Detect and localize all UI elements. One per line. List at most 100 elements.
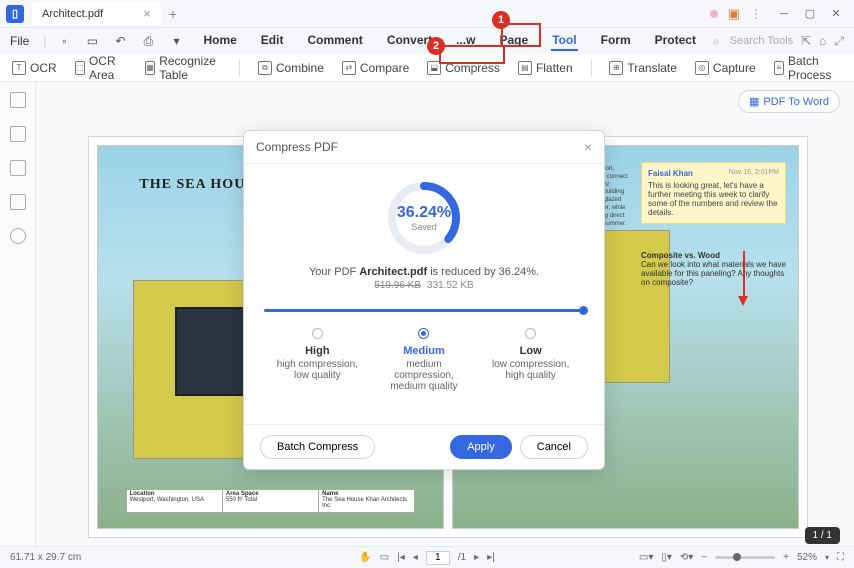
pdf-to-word-button[interactable]: ▦ PDF To Word — [738, 90, 840, 113]
flatten-icon: ▤ — [518, 61, 532, 75]
status-bar: 61.71 x 29.7 cm ✋ ▭ |◂ ◂ /1 ▸ ▸| ▭▾ ▯▾ ⟲… — [0, 546, 854, 568]
search-icon: ⌕ — [713, 34, 720, 49]
word-icon: ▦ — [749, 95, 759, 108]
close-button[interactable]: ✕ — [824, 5, 848, 23]
compress-dialog: Compress PDF × 36.24%Saved Your PDF Arch… — [243, 130, 605, 470]
status-dot-icon — [710, 10, 718, 18]
share-icon[interactable]: ⇱ — [801, 34, 811, 49]
chevron-down-icon[interactable]: ▾ — [166, 31, 186, 51]
new-tab-button[interactable]: + — [169, 6, 177, 22]
fullscreen-icon[interactable]: ⛶ — [837, 552, 844, 563]
apply-button[interactable]: Apply — [450, 435, 512, 459]
progress-gauge: 36.24%Saved — [384, 178, 464, 258]
result-text: Your PDF Architect.pdf is reduced by 36.… — [264, 266, 584, 278]
left-sidebar — [0, 82, 36, 550]
notification-icon[interactable]: ▣ — [728, 6, 740, 22]
combine-icon: ⧉ — [258, 61, 272, 75]
tool-ocr[interactable]: TOCR — [12, 61, 57, 75]
page-indicator: 1 / 1 — [805, 527, 840, 544]
tool-recognize-table[interactable]: ▦Recognize Table — [145, 54, 221, 82]
menu-row: File | ▫ ▭ ↶ ⎙ ▾ Home Edit Comment Conve… — [0, 28, 854, 54]
prev-page-icon[interactable]: ◂ — [413, 552, 418, 563]
cancel-button[interactable]: Cancel — [520, 435, 588, 459]
arrow-head-icon — [738, 296, 748, 306]
info-table: LocationWestport, Washington, USA Area S… — [126, 489, 416, 513]
dialog-close-icon[interactable]: × — [584, 139, 592, 155]
zoom-out-icon[interactable]: − — [701, 552, 707, 563]
menu-protect[interactable]: Protect — [654, 31, 697, 51]
expand-icon[interactable]: ⤢ — [834, 34, 844, 49]
search-panel-icon[interactable] — [10, 228, 26, 244]
undo-icon[interactable]: ↶ — [110, 31, 130, 51]
app-logo-icon: ▯ — [6, 5, 24, 23]
translate-icon: ⊕ — [609, 61, 623, 75]
table-icon: ▦ — [145, 61, 155, 75]
tool-capture[interactable]: ◎Capture — [695, 61, 756, 75]
tool-combine[interactable]: ⧉Combine — [258, 61, 324, 75]
file-menu[interactable]: File — [10, 34, 29, 48]
folder-icon[interactable]: ▭ — [82, 31, 102, 51]
save-icon[interactable]: ▫ — [54, 31, 74, 51]
ocr-icon: T — [12, 61, 26, 75]
tool-flatten[interactable]: ▤Flatten — [518, 61, 573, 75]
cloud-icon[interactable]: ⌂ — [819, 34, 826, 49]
zoom-in-icon[interactable]: + — [783, 552, 789, 563]
rotate-icon[interactable]: ⟲▾ — [680, 552, 693, 563]
menu-convert[interactable]: Convert — [386, 31, 433, 51]
batch-icon: ≡ — [774, 61, 784, 75]
tool-compress[interactable]: ⬓Compress — [427, 61, 500, 75]
tab-close-icon[interactable]: × — [143, 6, 151, 21]
last-page-icon[interactable]: ▸| — [487, 552, 495, 563]
first-page-icon[interactable]: |◂ — [397, 552, 405, 563]
page-input[interactable] — [426, 551, 450, 565]
select-tool-icon[interactable]: ▭ — [380, 552, 389, 563]
callout-note: Composite vs. Wood Can we look into what… — [641, 251, 786, 287]
level-medium[interactable]: Mediummedium compression, medium quality — [379, 328, 469, 392]
thumbnails-icon[interactable] — [10, 92, 26, 108]
zoom-slider[interactable] — [715, 556, 775, 559]
menu-form[interactable]: Form — [600, 31, 632, 51]
next-page-icon[interactable]: ▸ — [474, 552, 479, 563]
attachments-icon[interactable] — [10, 194, 26, 210]
tool-translate[interactable]: ⊕Translate — [609, 61, 677, 75]
titlebar: ▯ Architect.pdf × + ▣ ⋮ ─ ▢ ✕ — [0, 0, 854, 28]
page-total: /1 — [458, 552, 466, 563]
doc-heading: THE SEA HOUS — [139, 177, 254, 193]
maximize-button[interactable]: ▢ — [798, 5, 822, 23]
compress-icon: ⬓ — [427, 61, 441, 75]
view-mode-icon[interactable]: ▯▾ — [661, 552, 672, 563]
document-tab[interactable]: Architect.pdf × — [32, 2, 161, 25]
menu-home[interactable]: Home — [202, 31, 237, 51]
print-icon[interactable]: ⎙ — [138, 31, 158, 51]
separator — [591, 60, 592, 76]
main-menu: Home Edit Comment Convert ...w Page Tool… — [194, 31, 704, 51]
menu-tool[interactable]: Tool — [551, 31, 577, 51]
capture-icon: ◎ — [695, 61, 709, 75]
zoom-value: 52% — [797, 552, 817, 563]
progress-bar — [264, 309, 584, 312]
menu-comment[interactable]: Comment — [306, 31, 363, 51]
level-high[interactable]: Highhigh compression, low quality — [272, 328, 362, 392]
tab-label: Architect.pdf — [42, 8, 103, 20]
hand-tool-icon[interactable]: ✋ — [359, 552, 371, 563]
level-low[interactable]: Lowlow compression, high quality — [486, 328, 576, 392]
sticky-note[interactable]: Faisal KhanNov 16, 2:01PM This is lookin… — [641, 162, 786, 224]
menu-edit[interactable]: Edit — [260, 31, 285, 51]
ocr-area-icon: ⬚ — [75, 61, 85, 75]
tool-batch-process[interactable]: ≡Batch Process — [774, 54, 842, 82]
menu-page[interactable]: Page — [499, 31, 530, 51]
batch-compress-button[interactable]: Batch Compress — [260, 435, 375, 459]
bookmarks-icon[interactable] — [10, 126, 26, 142]
search-tools-input[interactable]: Search Tools — [730, 35, 793, 47]
fit-width-icon[interactable]: ▭▾ — [639, 552, 653, 563]
compare-icon: ⇄ — [342, 61, 356, 75]
dialog-title: Compress PDF — [256, 140, 338, 154]
tool-ocr-area[interactable]: ⬚OCR Area — [75, 54, 127, 82]
minimize-button[interactable]: ─ — [772, 5, 796, 23]
tool-toolbar: TOCR ⬚OCR Area ▦Recognize Table ⧉Combine… — [0, 54, 854, 82]
tool-compare[interactable]: ⇄Compare — [342, 61, 409, 75]
menu-view[interactable]: ...w — [455, 31, 476, 51]
comments-icon[interactable] — [10, 160, 26, 176]
more-icon[interactable]: ⋮ — [750, 7, 762, 21]
separator — [239, 60, 240, 76]
